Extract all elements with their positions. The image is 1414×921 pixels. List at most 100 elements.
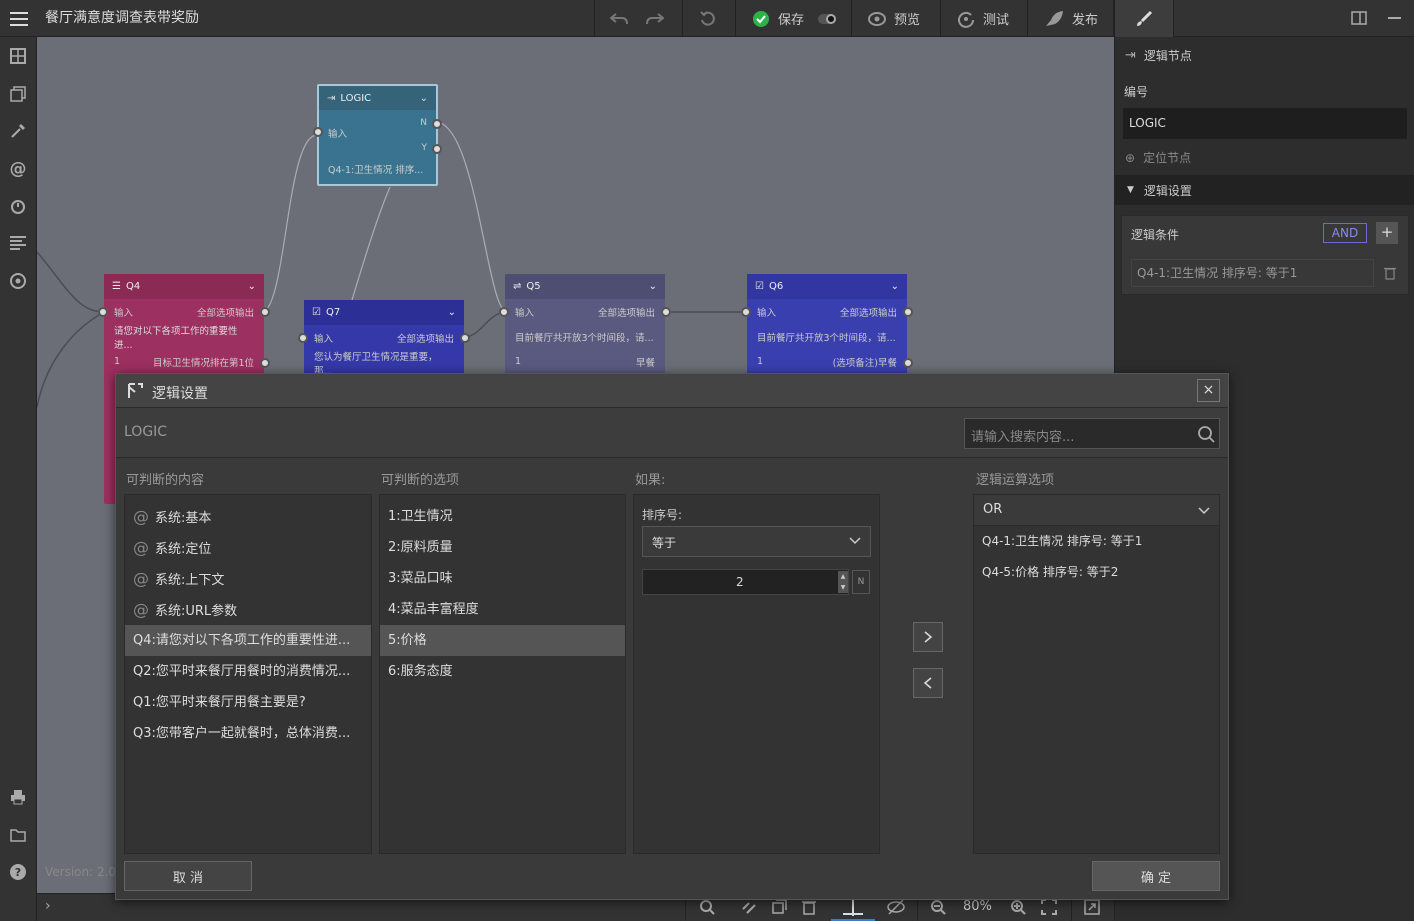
id-input[interactable]: LOGIC	[1123, 108, 1407, 139]
list-item[interactable]: Q3:您带客户一起就餐时，总体消费...	[125, 718, 371, 749]
list-item[interactable]: Q2:您平时来餐厅用餐时的消费情况...	[125, 656, 371, 687]
node-q6[interactable]: ☑ Q6 ⌄ 输入 全部选项输出 目前餐厅共开放3个时间段，请... 1 (选项备注)…	[741, 274, 913, 374]
list-icon[interactable]	[8, 233, 28, 253]
trash-icon[interactable]	[1384, 266, 1396, 280]
dialog-subheader: LOGIC 请输入搜索内容...	[116, 408, 1228, 458]
node-q4-row-num: 1	[114, 356, 121, 367]
logic-y-port[interactable]	[432, 144, 442, 154]
list-item[interactable]: 4:菜品丰富程度	[380, 594, 625, 625]
zoom-in-icon[interactable]	[1010, 899, 1026, 915]
publish-button[interactable]: 发布	[1044, 0, 1098, 37]
list-item[interactable]: @ 系统:基本	[125, 501, 371, 532]
sort-number-input[interactable]: 2 ▲ ▼	[642, 569, 849, 595]
search-icon[interactable]	[699, 899, 715, 915]
at-icon[interactable]: @	[8, 159, 28, 179]
palette-icon[interactable]	[8, 271, 28, 291]
fullscreen-icon[interactable]	[1084, 899, 1100, 915]
list-item[interactable]: @ 系统:定位	[125, 532, 371, 563]
search-icon[interactable]	[1197, 425, 1215, 443]
list-item[interactable]: @ 系统:URL参数	[125, 594, 371, 625]
node-q7[interactable]: ☑ Q7 ⌄ 输入 全部选项输出 您认为餐厅卫生情况是重要，那...	[298, 300, 470, 380]
locate-node-link[interactable]: ⊕ 定位节点	[1125, 149, 1191, 166]
n-toggle[interactable]: N	[852, 570, 870, 594]
if-panel: 排序号: 等于 2 ▲ ▼ N	[633, 494, 880, 854]
test-button[interactable]: 测试	[957, 0, 1009, 37]
list-item-label: Q4:请您对以下各项工作的重要性进...	[133, 633, 351, 648]
logic-settings-header[interactable]: ▼ 逻辑设置	[1115, 175, 1414, 205]
logic-input-port[interactable]	[313, 127, 323, 137]
redo-icon[interactable]	[646, 0, 664, 37]
undo-icon[interactable]	[610, 0, 628, 37]
remove-arrow-button[interactable]	[913, 668, 943, 698]
minimize-icon[interactable]	[1388, 17, 1401, 19]
fit-screen-icon[interactable]	[1041, 899, 1057, 915]
list-item[interactable]: 3:菜品口味	[380, 563, 625, 594]
cancel-button[interactable]: 取 消	[124, 861, 252, 891]
trash-icon[interactable]	[802, 899, 816, 915]
node-q4-row-text: 目标卫生情况排在第1位	[152, 357, 254, 369]
list-item-selected[interactable]: 5:价格	[380, 625, 625, 656]
chevron-down-icon[interactable]: ⌄	[248, 281, 256, 292]
zoom-out-icon[interactable]	[930, 899, 946, 915]
chevron-down-icon[interactable]: ⌄	[448, 307, 456, 318]
chevron-down-icon[interactable]: ⌄	[891, 281, 899, 292]
node-q5-output-port[interactable]	[661, 307, 671, 317]
logic-n-port[interactable]	[432, 119, 442, 129]
folder-icon[interactable]	[8, 825, 28, 845]
pages-icon[interactable]	[8, 84, 28, 104]
logic-node[interactable]: ⇥ LOGIC ⌄ 输入 N Y Q4-1:卫生情况 排序...	[313, 84, 442, 186]
grid-icon[interactable]	[8, 46, 28, 66]
reset-icon[interactable]	[699, 0, 717, 37]
list-item[interactable]: @ 系统:上下文	[125, 563, 371, 594]
node-q6-input-port[interactable]	[741, 307, 751, 317]
node-q7-input-port[interactable]	[298, 333, 308, 343]
list-item[interactable]: 6:服务态度	[380, 656, 625, 687]
checkbox-icon: ☑	[312, 307, 321, 318]
list-item[interactable]: Q1:您平时来餐厅用餐主要是?	[125, 687, 371, 718]
add-condition-button[interactable]: +	[1376, 222, 1398, 244]
timer-icon[interactable]	[8, 196, 28, 216]
list-item-selected[interactable]: Q4:请您对以下各项工作的重要性进...	[125, 625, 371, 656]
autosave-toggle[interactable]	[818, 13, 837, 24]
top-bar: 餐厅满意度调查表带奖励 保存 预览 测试 发布	[0, 0, 1414, 37]
chevron-down-icon[interactable]: ⌄	[420, 93, 428, 104]
help-icon[interactable]: ?	[8, 862, 28, 882]
add-arrow-button[interactable]	[913, 622, 943, 652]
node-q4-input-port[interactable]	[98, 307, 108, 317]
node-q6-row-port[interactable]	[903, 358, 913, 368]
hamburger-menu-icon[interactable]	[0, 0, 37, 37]
and-badge[interactable]: AND	[1323, 223, 1367, 243]
logic-item[interactable]: Q4-1:卫生情况 排序号: 等于1	[974, 526, 1219, 557]
stepper-arrows-icon[interactable]: ▲ ▼	[838, 571, 848, 593]
branch-icon	[126, 382, 144, 400]
link-icon[interactable]	[741, 899, 757, 915]
print-icon[interactable]	[8, 787, 28, 807]
list-item[interactable]: 1:卫生情况	[380, 501, 625, 532]
preview-button[interactable]: 预览	[868, 0, 920, 37]
node-q7-output-port[interactable]	[460, 333, 470, 343]
panel-toggle-icon[interactable]	[1351, 11, 1367, 25]
node-q4-output-port[interactable]	[260, 307, 270, 317]
eyedropper-icon[interactable]	[8, 121, 28, 141]
chevron-down-icon[interactable]: ⌄	[649, 281, 657, 292]
list-item-label: 系统:上下文	[155, 573, 225, 588]
expand-chevron-icon[interactable]: ›	[45, 898, 51, 914]
save-button[interactable]: 保存	[752, 0, 837, 37]
node-q6-output-port[interactable]	[903, 307, 913, 317]
condition-item[interactable]: Q4-1:卫生情况 排序号: 等于1	[1131, 259, 1374, 287]
hide-lines-icon[interactable]	[887, 899, 905, 915]
ok-button[interactable]: 确 定	[1092, 861, 1220, 891]
copy-node-icon[interactable]	[771, 899, 787, 915]
test-icon	[958, 11, 974, 28]
node-q6-id: Q6	[768, 281, 784, 292]
paint-brush-icon[interactable]	[1114, 0, 1174, 37]
list-item[interactable]: 2:原料质量	[380, 532, 625, 563]
search-input[interactable]: 请输入搜索内容...	[964, 418, 1220, 449]
close-icon[interactable]: ×	[1197, 379, 1220, 402]
logic-op-select[interactable]: OR	[974, 495, 1219, 526]
node-q4-row-port[interactable]	[260, 358, 270, 368]
logic-item[interactable]: Q4-5:价格 排序号: 等于2	[974, 557, 1219, 588]
node-q5[interactable]: ⇌ Q5 ⌄ 输入 全部选项输出 目前餐厅共开放3个时间段，请... 1 早餐	[499, 274, 671, 374]
node-q5-input-port[interactable]	[499, 307, 509, 317]
operator-select[interactable]: 等于	[642, 526, 871, 557]
